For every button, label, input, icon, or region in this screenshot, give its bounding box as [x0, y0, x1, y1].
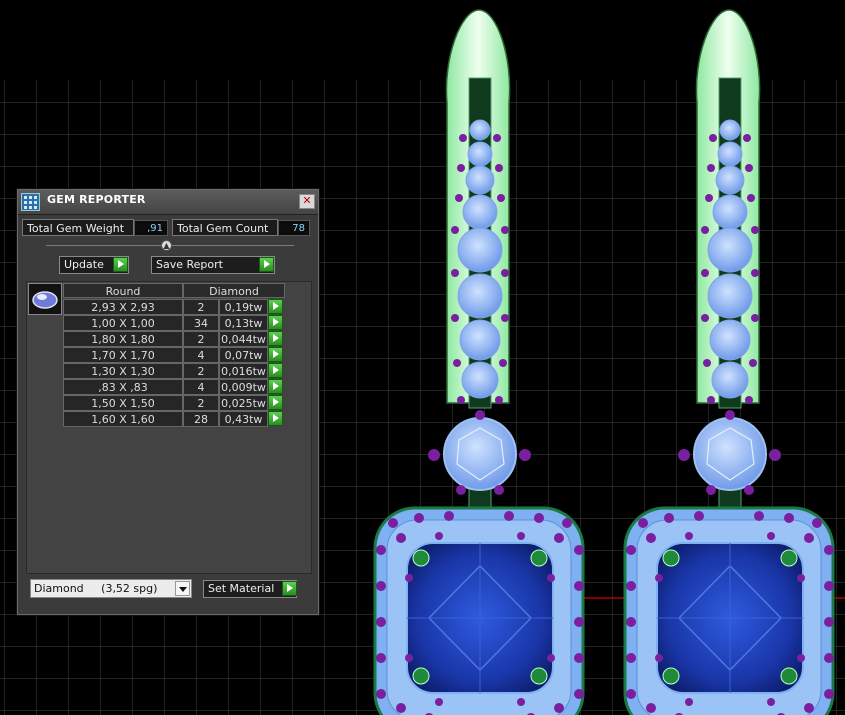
set-material-go-arrow-icon[interactable] [282, 581, 297, 596]
close-icon[interactable]: ✕ [299, 194, 315, 209]
gem-size-cell: 1,80 X 1,80 [63, 331, 183, 347]
total-gem-count-value: 78 [278, 220, 310, 236]
gem-weight-cell: 0,13tw [219, 315, 268, 331]
gem-size-cell: 1,50 X 1,50 [63, 395, 183, 411]
gem-weight-cell: 0,19tw [219, 299, 268, 315]
gem-size-cell: 1,70 X 1,70 [63, 347, 183, 363]
save-report-button-label: Save Report [156, 258, 223, 271]
gem-list-area: Round Diamond 2,93 X 2,93 2 0,19tw 1,00 X 1… [26, 281, 312, 574]
row-go-arrow-icon[interactable] [268, 379, 283, 394]
row-go-arrow-icon[interactable] [268, 347, 283, 362]
row-go-arrow-icon[interactable] [268, 395, 283, 410]
gem-weight-cell: 0,016tw [219, 363, 268, 379]
gem-weight-cell: 0,009tw [219, 379, 268, 395]
panel-title: GEM REPORTER [47, 193, 146, 206]
total-gem-weight-label: Total Gem Weight [22, 219, 134, 236]
gem-count-cell: 4 [183, 347, 219, 363]
gem-size-cell: 1,30 X 1,30 [63, 363, 183, 379]
gem-count-cell: 34 [183, 315, 219, 331]
splitter-handle[interactable]: ▲ [161, 240, 172, 251]
round-gem-thumbnail[interactable] [28, 283, 62, 315]
gem-size-cell: 1,60 X 1,60 [63, 411, 183, 427]
material-select[interactable]: Diamond (3,52 spg) [30, 579, 192, 598]
gem-weight-cell: 0,43tw [219, 411, 268, 427]
gem-count-cell: 2 [183, 331, 219, 347]
row-go-arrow-icon[interactable] [268, 315, 283, 330]
gem-size-cell: 2,93 X 2,93 [63, 299, 183, 315]
gem-count-cell: 2 [183, 363, 219, 379]
gem-size-cell: 1,00 X 1,00 [63, 315, 183, 331]
panel-titlebar[interactable]: GEM REPORTER ✕ [18, 190, 318, 215]
gem-count-cell: 2 [183, 299, 219, 315]
gem-weight-cell: 0,07tw [219, 347, 268, 363]
gem-count-cell: 28 [183, 411, 219, 427]
material-select-value: Diamond (3,52 spg) [34, 582, 158, 595]
gem-reporter-panel: GEM REPORTER ✕ Total Gem Weight ,91 Tota… [17, 189, 319, 615]
gem-count-cell: 2 [183, 395, 219, 411]
update-go-arrow-icon[interactable] [113, 257, 128, 272]
column-header-shape: Round [63, 283, 183, 298]
gem-reporter-app-icon [21, 193, 40, 211]
row-go-arrow-icon[interactable] [268, 331, 283, 346]
row-go-arrow-icon[interactable] [268, 411, 283, 426]
dropdown-arrow-icon[interactable] [175, 581, 190, 596]
row-go-arrow-icon[interactable] [268, 299, 283, 314]
row-go-arrow-icon[interactable] [268, 363, 283, 378]
total-gem-count-label: Total Gem Count [172, 219, 278, 236]
gem-size-cell: ,83 X ,83 [63, 379, 183, 395]
save-report-button[interactable]: Save Report [151, 256, 275, 274]
gem-weight-cell: 0,025tw [219, 395, 268, 411]
gem-weight-cell: 0,044tw [219, 331, 268, 347]
set-material-button-label: Set Material [208, 582, 275, 595]
column-header-material: Diamond [183, 283, 285, 298]
total-gem-weight-value: ,91 [134, 220, 168, 236]
update-button-label: Update [64, 258, 104, 271]
gem-count-cell: 4 [183, 379, 219, 395]
save-report-go-arrow-icon[interactable] [259, 257, 274, 272]
